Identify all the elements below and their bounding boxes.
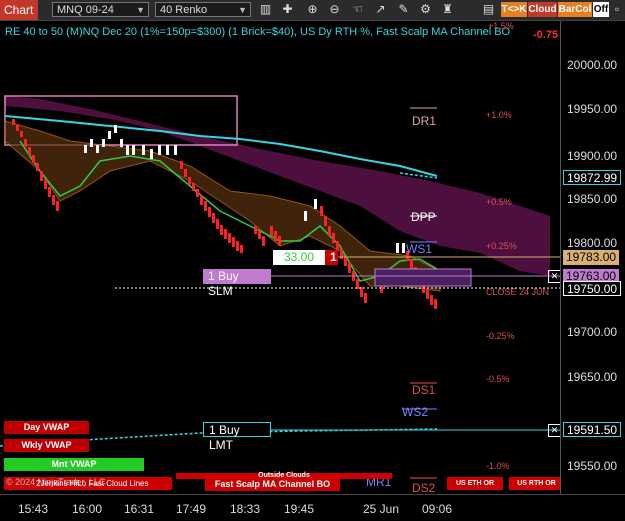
time-tick-label: 19:45 xyxy=(284,502,315,516)
pivot-ws2: WS2 xyxy=(402,405,429,419)
chevron-down-icon: ▼ xyxy=(136,5,145,15)
barcol-button[interactable]: BarCol xyxy=(558,2,592,17)
y-tick-label: 19900.00 xyxy=(567,149,618,163)
buy-slm-order[interactable]: 1 Buy SLM xyxy=(203,269,271,298)
y-tick-label: 19650.00 xyxy=(567,370,618,384)
chevron-down-icon: ▼ xyxy=(238,5,247,15)
time-axis[interactable]: 15:43 16:00 16:31 17:49 18:33 19:45 25 J… xyxy=(0,494,625,521)
us-rth-or-button[interactable]: US RTH OR xyxy=(509,477,564,490)
y-tick-label: 19950.00 xyxy=(567,102,618,116)
price-tag-last: 19750.00 xyxy=(563,281,622,296)
properties-icon[interactable]: ▤ xyxy=(481,2,496,17)
wkly-vwap-label: Wkly VWAP xyxy=(4,439,89,452)
y-tick-label: 19550.00 xyxy=(567,459,618,473)
zoom-out-icon[interactable]: ⊖ xyxy=(327,2,342,17)
window-close-icon[interactable]: ▫ xyxy=(610,2,624,17)
tk-button[interactable]: T<>K xyxy=(501,2,527,17)
y-tick-label: 19800.00 xyxy=(567,236,618,250)
settings-icon[interactable]: ⚙ xyxy=(418,2,433,17)
price-tag-orange: 19783.00 xyxy=(563,250,620,265)
hilo-cloud-label: 2Jenkins HiLo Fast Cloud Lines xyxy=(36,479,149,488)
y-tick-label: 20000.00 xyxy=(567,58,618,72)
time-tick-label: 25 Jun xyxy=(363,502,400,516)
outside-clouds-button[interactable]: Outside Clouds xyxy=(176,472,392,479)
us-eth-or-button[interactable]: US ETH OR xyxy=(447,477,503,490)
pct-label: -0.5% xyxy=(486,374,510,384)
pct-label: +0.5% xyxy=(486,197,512,207)
time-tick-label: 09:06 xyxy=(422,502,453,516)
pivot-dpp: DPP xyxy=(411,210,436,224)
pct-label: -0.25% xyxy=(486,331,515,341)
time-tick-label: 16:00 xyxy=(72,502,103,516)
pivot-ws1: WS1 xyxy=(406,242,433,256)
price-tag-cyan: 19872.99 xyxy=(563,170,622,185)
pivot-ds2: DS2 xyxy=(412,481,436,495)
chart-bars-icon[interactable]: ▥ xyxy=(258,2,273,17)
cloud-button[interactable]: Cloud xyxy=(528,2,557,17)
day-vwap-label: Day VWAP xyxy=(4,421,89,434)
time-tick-label: 17:49 xyxy=(176,502,207,516)
order-qty-count[interactable]: 1 xyxy=(325,250,338,265)
strategy-icon[interactable]: ♜ xyxy=(440,2,455,17)
chart-plot-area[interactable]: RE 40 to 50 (M)NQ Dec 20 (1%=150p=$300) … xyxy=(0,21,564,495)
pct-label: +0.25% xyxy=(486,241,517,251)
y-tick-label: 19700.00 xyxy=(567,325,618,339)
pencil-icon[interactable]: ✎ xyxy=(396,2,411,17)
time-tick-label: 18:33 xyxy=(230,502,261,516)
pct-label: +1.5% xyxy=(488,21,514,31)
pivot-dr1: DR1 xyxy=(412,114,437,128)
zoom-in-icon[interactable]: ⊕ xyxy=(305,2,320,17)
chart-toolbar: Chart MNQ 09-24 ▼ 40 Renko ▼ ▥ ✚ ⊕ ⊖ ☜ ↗… xyxy=(0,0,625,21)
fast-scalp-button[interactable]: Fast Scalp MA Channel BO xyxy=(205,478,340,491)
off-button[interactable]: Off xyxy=(593,2,609,17)
pnl-text: -0.75 xyxy=(533,29,559,41)
chart-title: RE 40 to 50 (M)NQ Dec 20 (1%=150p=$300) … xyxy=(5,26,511,38)
instrument-selector[interactable]: MNQ 09-24 ▼ xyxy=(52,2,149,17)
mnt-vwap-label: Mnt VWAP xyxy=(4,458,144,471)
crosshair-icon[interactable]: ✚ xyxy=(280,2,295,17)
time-tick-label: 15:43 xyxy=(18,502,49,516)
y-tick-label: 19850.00 xyxy=(567,192,618,206)
bar-type-selector[interactable]: 40 Renko ▼ xyxy=(155,2,251,17)
pct-label: +1.0% xyxy=(486,110,512,120)
draw-icon[interactable]: ↗ xyxy=(373,2,388,17)
bar-type-value: 40 Renko xyxy=(160,4,208,16)
order-qty-value[interactable]: 33.00 xyxy=(273,250,325,265)
purple-order-box xyxy=(374,268,472,287)
pct-label: -1.0% xyxy=(486,461,510,471)
pivot-ds1: DS1 xyxy=(412,383,436,397)
instrument-value: MNQ 09-24 xyxy=(57,4,114,16)
buy-lmt-order[interactable]: 1 Buy LMT xyxy=(203,422,271,452)
close-label: CLOSE 24 JUN xyxy=(486,287,550,297)
chart-tab[interactable]: Chart xyxy=(0,0,38,20)
price-tag-lmt: 19591.50 xyxy=(563,422,622,437)
hand-icon[interactable]: ☜ xyxy=(350,2,365,17)
time-tick-label: 16:31 xyxy=(124,502,155,516)
